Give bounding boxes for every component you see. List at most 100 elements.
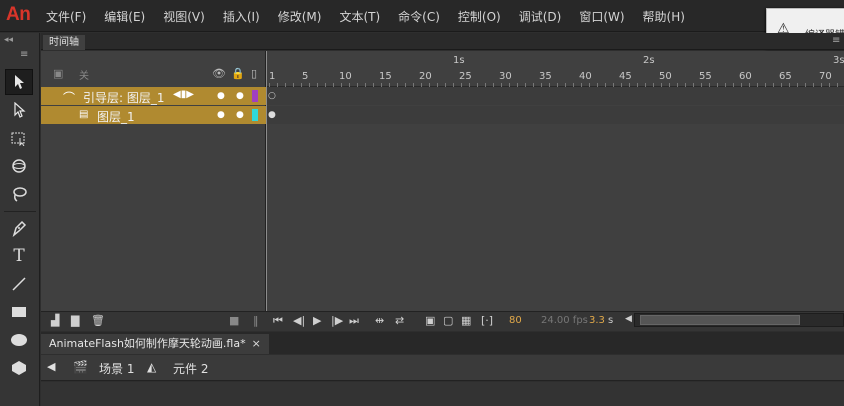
onion-outline-icon[interactable]: ▢ bbox=[443, 314, 453, 327]
edit-multiple-frames-icon[interactable]: ▦ bbox=[461, 314, 471, 327]
frame-row-guide[interactable]: ○ bbox=[267, 87, 844, 105]
document-tab-title: AnimateFlash如何制作摩天轮动画.fla* bbox=[49, 337, 246, 350]
scrollbar-thumb[interactable] bbox=[640, 315, 800, 325]
lasso-tool-button[interactable] bbox=[5, 181, 33, 207]
playhead[interactable] bbox=[266, 51, 267, 311]
frame-number: 35 bbox=[539, 71, 552, 82]
scroll-left-icon[interactable]: ◀ bbox=[625, 314, 632, 324]
menu-file[interactable]: 文件(F) bbox=[46, 8, 86, 25]
frame-number: 70 bbox=[819, 71, 832, 82]
new-folder-icon[interactable]: ▇ bbox=[71, 314, 79, 327]
frame-number: 10 bbox=[339, 71, 352, 82]
tools-divider bbox=[4, 211, 36, 212]
menu-modify[interactable]: 修改(M) bbox=[278, 8, 322, 25]
menu-edit[interactable]: 编辑(E) bbox=[104, 8, 145, 25]
frame-rate[interactable]: 24.00 fps bbox=[541, 315, 588, 326]
frame-number: 45 bbox=[619, 71, 632, 82]
lasso-icon bbox=[13, 187, 27, 202]
menu-control[interactable]: 控制(O) bbox=[458, 8, 501, 25]
breadcrumb-symbol[interactable]: 元件 2 bbox=[173, 360, 208, 377]
outline-icon[interactable]: ▯ bbox=[251, 67, 257, 80]
seconds-label: 2s bbox=[643, 55, 655, 66]
delete-trash-icon[interactable]: 🗑 bbox=[91, 314, 105, 327]
document-tab[interactable]: AnimateFlash如何制作摩天轮动画.fla* × bbox=[41, 334, 269, 354]
panel-menu-icon[interactable]: ≡ bbox=[20, 49, 28, 60]
rectangle-icon bbox=[12, 307, 26, 317]
frame-number: 1 bbox=[269, 71, 276, 82]
rectangle-tool-button[interactable] bbox=[5, 299, 33, 325]
collapse-arrows-icon[interactable]: ◂◂ bbox=[4, 35, 13, 45]
frame-ruler[interactable]: 1s 2s 3s 1 5 10 15 20 25 30 35 40 45 50 … bbox=[267, 51, 844, 87]
close-icon[interactable]: × bbox=[252, 337, 261, 350]
selection-tool-button[interactable] bbox=[5, 69, 33, 95]
layers-header: ▣ 关 👁 🔒 ▯ bbox=[41, 51, 266, 87]
oval-tool-button[interactable] bbox=[5, 327, 33, 353]
elapsed-time-unit: s bbox=[608, 315, 614, 326]
3d-rotation-tool-button[interactable] bbox=[5, 153, 33, 179]
subselection-arrow-icon bbox=[14, 102, 26, 118]
layers-header-label: 关 bbox=[79, 71, 89, 82]
3d-rotation-icon bbox=[12, 159, 26, 173]
line-tool-button[interactable] bbox=[5, 271, 33, 297]
stage-area[interactable] bbox=[41, 382, 844, 406]
seconds-label: 3s bbox=[833, 55, 844, 66]
frame-row-normal[interactable]: ● bbox=[267, 106, 844, 124]
frame-number: 60 bbox=[739, 71, 752, 82]
go-first-frame-icon[interactable]: ⏮ bbox=[273, 314, 283, 328]
visibility-dot[interactable]: ● bbox=[217, 91, 225, 101]
empty-keyframe-icon[interactable]: ○ bbox=[268, 91, 276, 101]
layer-row-normal[interactable]: ▤ 图层_1 ● ● bbox=[41, 106, 266, 124]
menu-debug[interactable]: 调试(D) bbox=[519, 8, 562, 25]
current-frame[interactable]: 80 bbox=[509, 315, 522, 326]
menu-text[interactable]: 文本(T) bbox=[339, 8, 380, 25]
camera-icon[interactable]: ■ bbox=[229, 314, 239, 327]
modify-markers-icon[interactable]: [·] bbox=[481, 314, 493, 327]
tools-panel: ◂◂ ≡ T bbox=[0, 33, 40, 406]
loop-range-icon[interactable]: ⇄ bbox=[395, 314, 404, 327]
go-last-frame-icon[interactable]: ⏭ bbox=[349, 314, 359, 328]
onion-skin-icon[interactable]: ▣ bbox=[425, 314, 435, 327]
play-icon[interactable]: ▶ bbox=[313, 314, 321, 327]
breadcrumb-scene[interactable]: 场景 1 bbox=[99, 360, 134, 377]
layer-page-icon: ▤ bbox=[79, 109, 89, 120]
back-arrow-icon[interactable]: ◀ bbox=[47, 360, 55, 373]
frame-number: 15 bbox=[379, 71, 392, 82]
ruler-divider-icon: ‖ bbox=[253, 314, 259, 327]
pencil-icon[interactable]: ◀▮▶ bbox=[173, 89, 194, 100]
lock-dot[interactable]: ● bbox=[236, 91, 244, 101]
step-forward-icon[interactable]: |▶ bbox=[331, 314, 343, 327]
menu-help[interactable]: 帮助(H) bbox=[643, 8, 685, 25]
layer-color-swatch[interactable] bbox=[252, 109, 258, 121]
menu-insert[interactable]: 插入(I) bbox=[223, 8, 260, 25]
frame-number: 40 bbox=[579, 71, 592, 82]
menu-list: 文件(F) 编辑(E) 视图(V) 插入(I) 修改(M) 文本(T) 命令(C… bbox=[46, 8, 703, 25]
guide-layer-icon: ⌒ bbox=[63, 91, 76, 105]
layer-name[interactable]: 引导层: 图层_1 bbox=[83, 89, 165, 106]
menu-window[interactable]: 窗口(W) bbox=[579, 8, 624, 25]
frame-number: 5 bbox=[302, 71, 309, 82]
menu-view[interactable]: 视图(V) bbox=[163, 8, 205, 25]
lock-dot[interactable]: ● bbox=[236, 110, 244, 120]
keyframe-icon[interactable]: ● bbox=[268, 110, 276, 120]
menu-commands[interactable]: 命令(C) bbox=[398, 8, 440, 25]
subselection-tool-button[interactable] bbox=[5, 97, 33, 123]
loop-icon[interactable]: ⇹ bbox=[375, 314, 384, 327]
elapsed-time[interactable]: 3.3 bbox=[589, 315, 605, 326]
layer-name[interactable]: 图层_1 bbox=[97, 108, 135, 125]
polystar-tool-button[interactable] bbox=[5, 355, 33, 381]
lock-icon[interactable]: 🔒 bbox=[231, 67, 245, 80]
frame-number: 50 bbox=[659, 71, 672, 82]
tab-timeline[interactable]: 时间轴 bbox=[43, 35, 85, 50]
layer-row-guide[interactable]: ⌒ 引导层: 图层_1 ◀▮▶ ● ● bbox=[41, 87, 266, 105]
pen-tool-button[interactable] bbox=[5, 215, 33, 241]
frame-number: 20 bbox=[419, 71, 432, 82]
visibility-eye-icon[interactable]: 👁 bbox=[212, 67, 226, 80]
edit-bar: ◀ 🎬 场景 1 ◭ 元件 2 bbox=[41, 355, 844, 381]
panel-options-icon[interactable]: ≡ bbox=[832, 35, 840, 46]
step-back-icon[interactable]: ◀| bbox=[293, 314, 305, 327]
layer-color-swatch[interactable] bbox=[252, 90, 258, 102]
free-transform-tool-button[interactable] bbox=[5, 125, 33, 151]
new-layer-icon[interactable]: ▟ bbox=[51, 314, 59, 327]
text-tool-button[interactable]: T bbox=[5, 243, 33, 269]
visibility-dot[interactable]: ● bbox=[217, 110, 225, 120]
